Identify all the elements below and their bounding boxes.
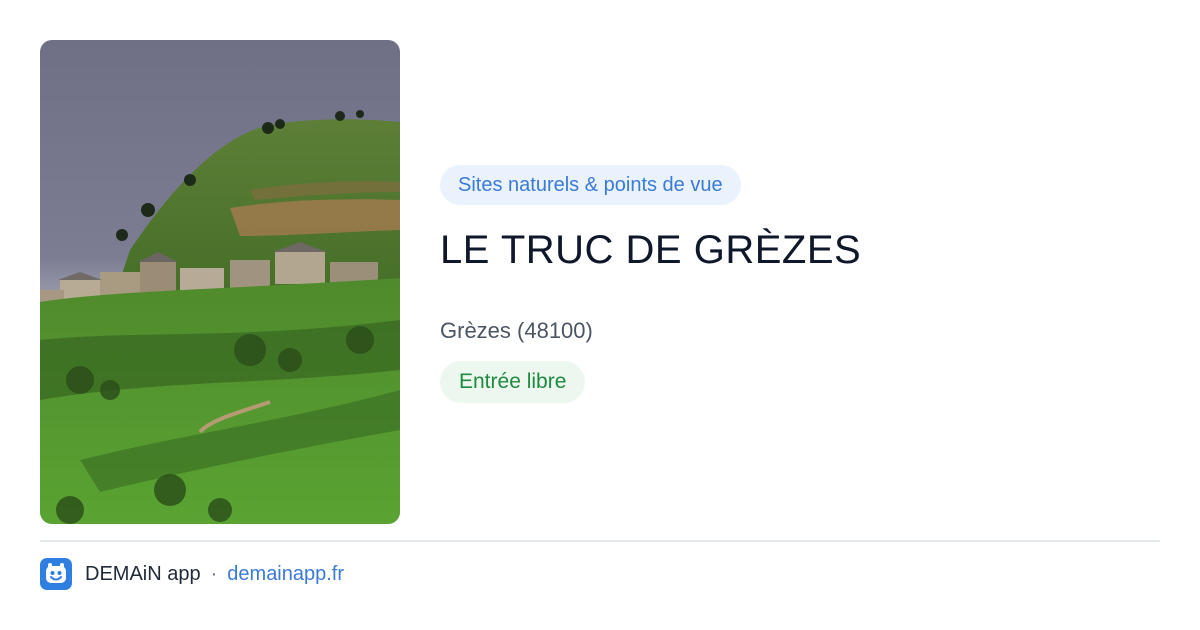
divider — [40, 540, 1160, 542]
footer: DEMAiN app · demainapp.fr — [40, 558, 344, 590]
category-badge[interactable]: Sites naturels & points de vue — [440, 165, 741, 205]
place-info: Sites naturels & points de vue LE TRUC D… — [440, 165, 1160, 403]
demain-logo-icon — [40, 558, 72, 590]
access-badge: Entrée libre — [440, 361, 586, 403]
app-name: DEMAiN app — [85, 562, 201, 585]
place-title: LE TRUC DE GRÈZES — [440, 228, 862, 272]
site-link[interactable]: demainapp.fr — [227, 563, 344, 586]
footer-separator: · — [210, 562, 218, 585]
place-photo — [40, 40, 400, 524]
place-location: Grèzes (48100) — [440, 318, 593, 343]
landscape-image — [40, 40, 400, 524]
